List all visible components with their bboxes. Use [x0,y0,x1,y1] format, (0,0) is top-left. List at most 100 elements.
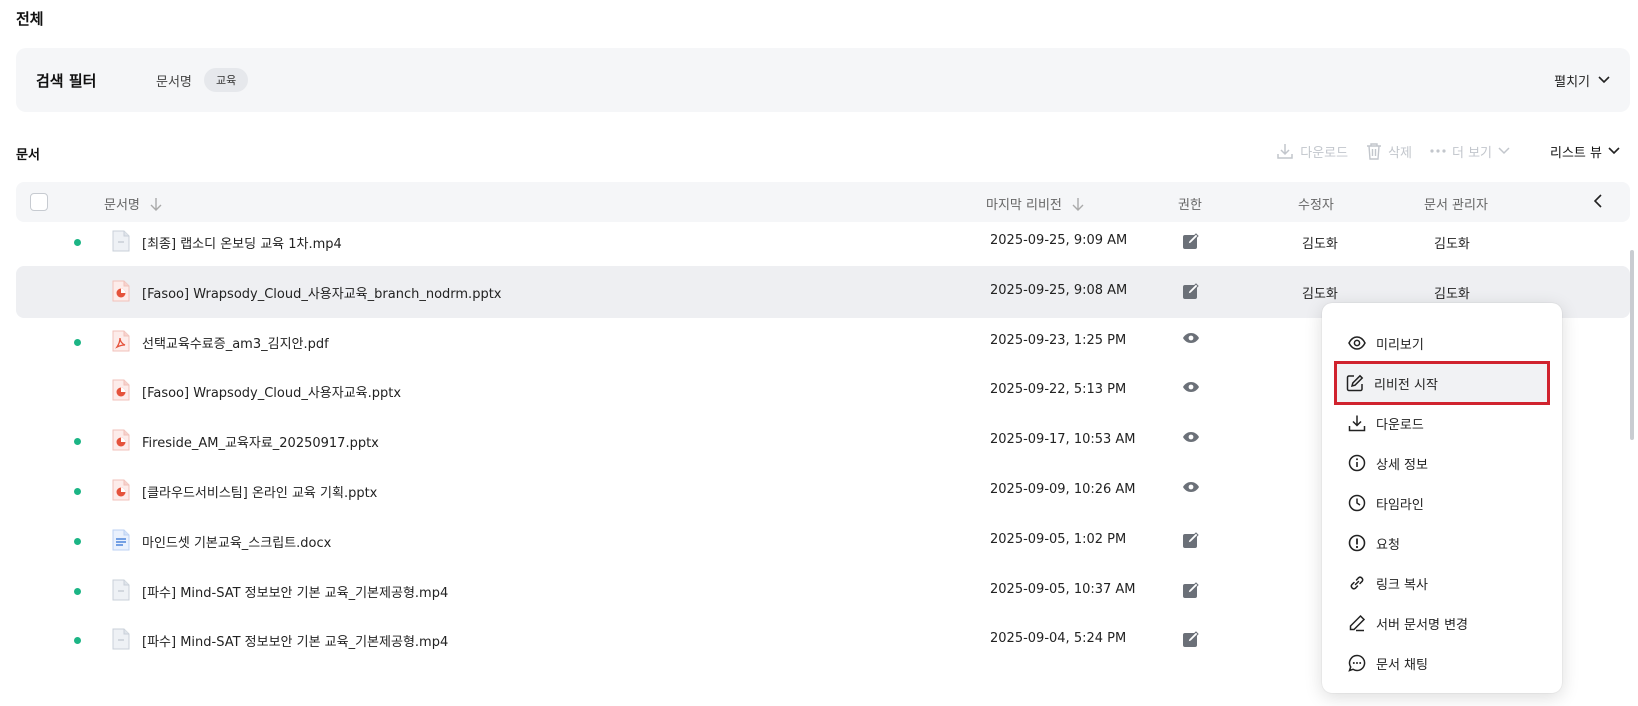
status-dot [74,438,81,446]
download-icon [1348,414,1366,432]
filter-key-label: 문서명 [156,74,192,90]
download-button[interactable]: 다운로드 [1276,142,1348,161]
document-name[interactable]: Fireside_AM_교육자료_20250917.pptx [142,432,379,451]
column-header-name[interactable]: 문서명 [104,194,162,213]
menu-item-label: 요청 [1376,537,1400,553]
last-revision-date: 2025-09-17, 10:53 AM [990,432,1136,448]
column-header-manager: 문서 관리자 [1424,198,1488,213]
menu-item[interactable]: 미리보기 [1322,323,1562,363]
editor-name: 김도화 [1302,237,1338,252]
menu-item[interactable]: 링크 복사 [1322,563,1562,603]
filter-chip[interactable]: 교육 [204,68,249,92]
trash-icon [1367,143,1382,160]
status-dot [74,637,81,645]
pptx-file-icon [112,429,130,451]
chat-icon [1348,654,1366,672]
clock-icon [1348,494,1366,512]
toolbar: 다운로드 삭제 더 보기 리스트 뷰 [1276,138,1620,164]
document-name[interactable]: 마인드셋 기본교육_스크립트.docx [142,532,331,551]
eye-icon [1182,332,1200,348]
filter-title: 검색 필터 [36,71,97,90]
download-label: 다운로드 [1300,145,1349,161]
link-icon [1348,574,1366,592]
chevron-down-icon [1608,147,1620,155]
menu-item[interactable]: 리비전 시작 [1334,361,1550,405]
expand-label: 펼치기 [1554,74,1590,90]
document-name[interactable]: [최종] 랩소디 온보딩 교육 1차.mp4 [142,233,342,252]
document-name[interactable]: [파수] Mind-SAT 정보보안 기본 교육_기본제공형.mp4 [142,631,448,650]
more-button[interactable]: 더 보기 [1430,142,1510,161]
edit-icon [1182,531,1200,553]
menu-item[interactable]: 문서 채팅 [1322,643,1562,683]
download-icon [1277,144,1293,159]
pptx-file-icon [112,379,130,401]
document-name[interactable]: [Fasoo] Wrapsody_Cloud_사용자교육.pptx [142,382,401,401]
document-name[interactable]: [Fasoo] Wrapsody_Cloud_사용자교육_branch_nodr… [142,283,502,302]
column-revision-label: 마지막 리비전 [986,198,1062,213]
status-dot [74,338,81,346]
eye-icon [1182,381,1200,397]
column-header-editor: 수정자 [1298,198,1334,213]
eye-icon [1182,431,1200,447]
status-dot [74,239,81,246]
status-dot [74,587,81,595]
edit-icon [1182,630,1200,652]
manager-name: 김도화 [1434,237,1470,252]
chevron-down-icon [1498,147,1510,155]
menu-item-label: 문서 채팅 [1376,657,1428,673]
menu-item[interactable]: 다운로드 [1322,403,1562,443]
column-header-permission: 권한 [1178,198,1202,213]
delete-label: 삭제 [1388,145,1412,161]
sort-arrow-icon [150,197,162,211]
last-revision-date: 2025-09-09, 10:26 AM [990,482,1136,497]
info-icon [1348,454,1366,472]
more-dots-icon [1430,149,1446,153]
document-name[interactable]: [클라우드서비스팀] 온라인 교육 기획.pptx [142,482,377,501]
manager-name: 김도화 [1434,286,1470,302]
pdf-file-icon [112,330,130,352]
eye-icon [1348,336,1366,350]
document-name[interactable]: [파수] Mind-SAT 정보보안 기본 교육_기본제공형.mp4 [142,582,448,601]
status-dot [74,488,81,495]
menu-item[interactable]: 상세 정보 [1322,443,1562,483]
menu-item[interactable]: 요청 [1322,523,1562,563]
scrollbar[interactable] [1630,250,1634,440]
menu-item-label: 다운로드 [1376,417,1424,433]
select-all-checkbox[interactable] [30,193,48,211]
chevron-left-icon[interactable] [1593,194,1602,212]
document-name[interactable]: 선택교육수료증_am3_김지안.pdf [142,333,329,352]
edit-icon [1182,282,1200,304]
column-header-last-revision[interactable]: 마지막 리비전 [986,194,1084,213]
edit-icon [1182,581,1200,603]
video-file-icon [112,579,130,601]
video-file-icon [112,628,130,650]
docx-file-icon [112,529,130,551]
pencil-icon [1348,614,1366,632]
context-menu: 미리보기리비전 시작다운로드상세 정보타임라인요청링크 복사 서버 문서명 변경문… [1322,303,1562,693]
editor-name: 김도화 [1302,286,1338,302]
view-mode-label: 리스트 뷰 [1550,145,1602,161]
menu-item[interactable]: 타임라인 [1322,483,1562,523]
table-row[interactable]: [최종] 랩소디 온보딩 교육 1차.mp4 2025-09-25, 9:09 A… [16,216,1630,268]
last-revision-date: 2025-09-22, 5:13 PM [990,382,1127,398]
status-dot [74,537,81,545]
column-name-label: 문서명 [104,198,140,213]
menu-item-label: 리비전 시작 [1374,377,1438,393]
expand-filter-button[interactable]: 펼치기 [1554,71,1610,90]
menu-item-label: 상세 정보 [1376,457,1428,473]
view-mode-dropdown[interactable]: 리스트 뷰 [1550,142,1620,161]
alert-icon [1348,534,1366,552]
more-label: 더 보기 [1452,145,1493,161]
page-title: 전체 [16,10,44,28]
last-revision-date: 2025-09-25, 9:08 AM [990,282,1128,298]
menu-item[interactable]: 서버 문서명 변경 [1322,603,1562,643]
last-revision-date: 2025-09-23, 1:25 PM [990,332,1127,348]
video-file-icon [112,230,130,252]
chevron-down-icon [1598,76,1610,84]
last-revision-date: 2025-09-04, 5:24 PM [990,631,1127,647]
pptx-file-icon [112,479,130,501]
menu-item-label: 타임라인 [1376,497,1424,513]
delete-button[interactable]: 삭제 [1366,142,1412,161]
sort-arrow-icon [1072,197,1084,211]
menu-item-label: 미리보기 [1376,337,1424,353]
